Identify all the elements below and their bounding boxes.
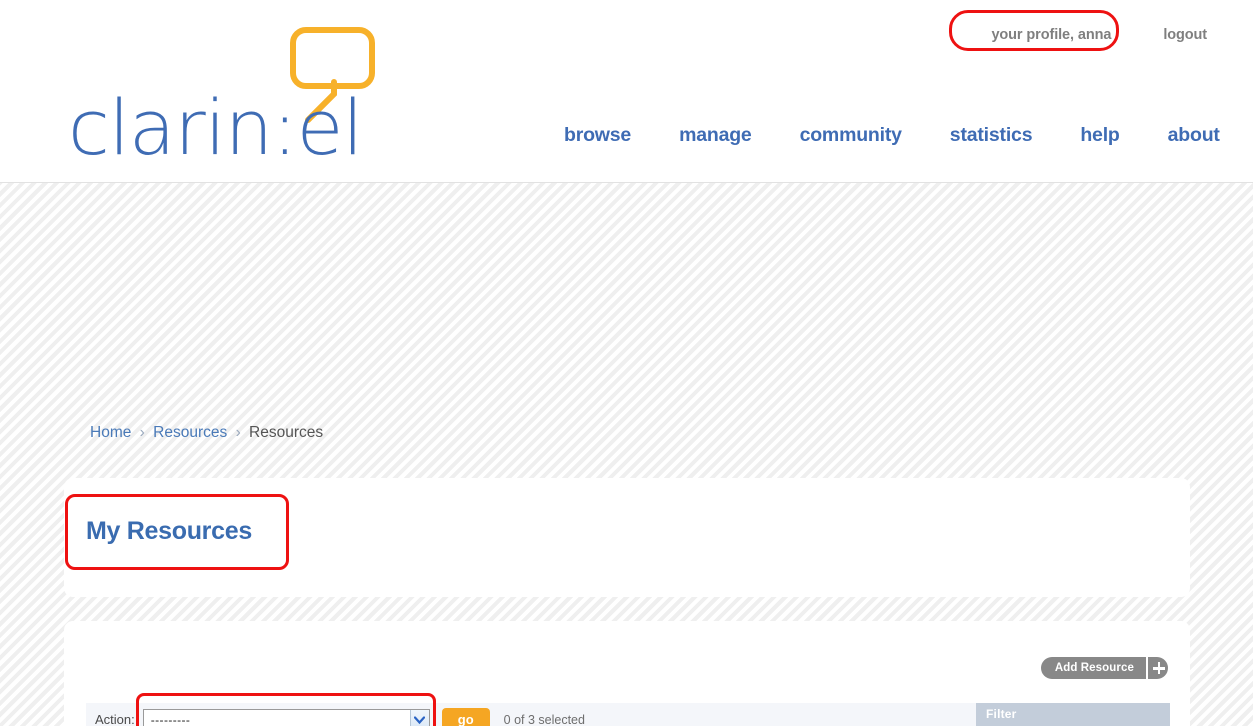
user-bar: your profile, anna logout: [965, 18, 1233, 52]
breadcrumb: Home › Resources › Resources: [90, 424, 323, 442]
page-body: Home › Resources › Resources My Resource…: [0, 183, 1253, 726]
action-select[interactable]: ---------: [142, 708, 430, 726]
breadcrumb-separator: ›: [139, 424, 145, 441]
logo-wordmark: clarin:el: [68, 83, 363, 172]
page-title: My Resources: [86, 517, 252, 545]
resource-table-column: Action: --------- go 0 of 3 selected: [86, 693, 976, 726]
nav-item-statistics[interactable]: statistics: [926, 124, 1057, 147]
action-label: Action:: [95, 712, 135, 726]
add-resource-button[interactable]: Add Resource: [1040, 657, 1168, 679]
nav-item-community[interactable]: community: [776, 124, 926, 147]
resources-card: Add Resource Action: --------- go 0 of 3…: [64, 621, 1190, 726]
plus-icon: [1146, 657, 1168, 679]
filter-panel: Filter By publication status All interna…: [976, 703, 1170, 726]
nav-item-about[interactable]: about: [1144, 124, 1244, 147]
title-card: My Resources: [64, 478, 1190, 597]
nav-item-manage[interactable]: manage: [655, 124, 776, 147]
site-logo[interactable]: clarin:el: [68, 24, 378, 166]
breadcrumb-item-home[interactable]: Home: [90, 424, 131, 441]
action-select-value: ---------: [150, 712, 191, 726]
breadcrumb-item-resources[interactable]: Resources: [153, 424, 227, 441]
filter-column: Filter By publication status All interna…: [976, 703, 1170, 726]
breadcrumb-item-current: Resources: [249, 424, 324, 441]
filter-panel-header: Filter: [976, 703, 1170, 726]
logout-link[interactable]: logout: [1137, 18, 1233, 52]
site-header: clarin:el your profile, anna logout brow…: [0, 0, 1253, 183]
chevron-down-icon[interactable]: [409, 709, 429, 726]
selection-status: 0 of 3 selected: [503, 712, 585, 726]
add-resource-label: Add Resource: [1054, 662, 1134, 674]
breadcrumb-separator: ›: [235, 424, 241, 441]
nav-item-help[interactable]: help: [1056, 124, 1143, 147]
main-nav: browse manage community statistics help …: [540, 124, 1244, 147]
action-bar: Action: --------- go 0 of 3 selected: [86, 693, 976, 726]
nav-item-browse[interactable]: browse: [540, 124, 655, 147]
your-profile-link[interactable]: your profile, anna: [965, 18, 1137, 52]
go-button[interactable]: go: [441, 707, 490, 726]
resource-list-region: Action: --------- go 0 of 3 selected Fil…: [86, 693, 1170, 726]
action-select-wrap: --------- --------- Export selected reso…: [142, 708, 430, 726]
